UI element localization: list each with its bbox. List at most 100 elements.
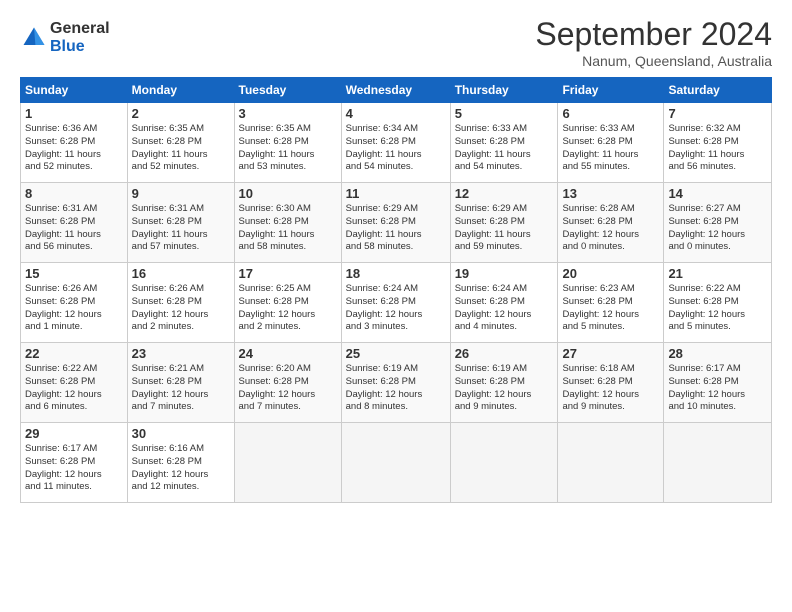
- table-row: [450, 423, 558, 503]
- day-info: Sunrise: 6:26 AM Sunset: 6:28 PM Dayligh…: [132, 283, 230, 334]
- calendar-header-row: Sunday Monday Tuesday Wednesday Thursday…: [21, 78, 772, 103]
- day-info: Sunrise: 6:34 AM Sunset: 6:28 PM Dayligh…: [346, 123, 446, 174]
- day-info: Sunrise: 6:20 AM Sunset: 6:28 PM Dayligh…: [239, 363, 337, 414]
- day-number: 27: [562, 346, 659, 361]
- table-row: 25 Sunrise: 6:19 AM Sunset: 6:28 PM Dayli…: [341, 343, 450, 423]
- table-row: 11Sunrise: 6:29 AM Sunset: 6:28 PM Dayli…: [341, 183, 450, 263]
- table-row: 29Sunrise: 6:17 AM Sunset: 6:28 PM Dayli…: [21, 423, 128, 503]
- table-row: 8 Sunrise: 6:31 AM Sunset: 6:28 PM Daylig…: [21, 183, 128, 263]
- day-info: Sunrise: 6:17 AM Sunset: 6:28 PM Dayligh…: [25, 443, 123, 494]
- day-number: 8: [25, 186, 123, 201]
- table-row: 1Sunrise: 6:36 AM Sunset: 6:28 PM Daylig…: [21, 103, 128, 183]
- col-sunday: Sunday: [21, 78, 128, 103]
- table-row: [558, 423, 664, 503]
- table-row: 5 Sunrise: 6:33 AM Sunset: 6:28 PM Daylig…: [450, 103, 558, 183]
- day-info: Sunrise: 6:33 AM Sunset: 6:28 PM Dayligh…: [455, 123, 554, 174]
- table-row: 13 Sunrise: 6:28 AM Sunset: 6:28 PM Dayli…: [558, 183, 664, 263]
- day-number: 18: [346, 266, 446, 281]
- day-number: 7: [668, 106, 767, 121]
- calendar-week-row: 29Sunrise: 6:17 AM Sunset: 6:28 PM Dayli…: [21, 423, 772, 503]
- day-info: Sunrise: 6:25 AM Sunset: 6:28 PM Dayligh…: [239, 283, 337, 334]
- table-row: 14 Sunrise: 6:27 AM Sunset: 6:28 PM Dayli…: [664, 183, 772, 263]
- day-number: 13: [562, 186, 659, 201]
- col-tuesday: Tuesday: [234, 78, 341, 103]
- table-row: 7 Sunrise: 6:32 AM Sunset: 6:28 PM Daylig…: [664, 103, 772, 183]
- day-info: Sunrise: 6:29 AM Sunset: 6:28 PM Dayligh…: [346, 203, 446, 254]
- col-thursday: Thursday: [450, 78, 558, 103]
- day-number: 24: [239, 346, 337, 361]
- day-info: Sunrise: 6:27 AM Sunset: 6:28 PM Dayligh…: [668, 203, 767, 254]
- col-monday: Monday: [127, 78, 234, 103]
- table-row: [234, 423, 341, 503]
- calendar-table: Sunday Monday Tuesday Wednesday Thursday…: [20, 77, 772, 503]
- day-number: 20: [562, 266, 659, 281]
- location-subtitle: Nanum, Queensland, Australia: [535, 53, 772, 69]
- day-number: 10: [239, 186, 337, 201]
- header-area: General Blue September 2024 Nanum, Queen…: [20, 16, 772, 69]
- table-row: 12 Sunrise: 6:29 AM Sunset: 6:28 PM Dayli…: [450, 183, 558, 263]
- col-wednesday: Wednesday: [341, 78, 450, 103]
- table-row: 15 Sunrise: 6:26 AM Sunset: 6:28 PM Dayli…: [21, 263, 128, 343]
- table-row: 21Sunrise: 6:22 AM Sunset: 6:28 PM Dayli…: [664, 263, 772, 343]
- day-number: 23: [132, 346, 230, 361]
- day-info: Sunrise: 6:23 AM Sunset: 6:28 PM Dayligh…: [562, 283, 659, 334]
- month-title: September 2024: [535, 16, 772, 53]
- day-number: 15: [25, 266, 123, 281]
- day-info: Sunrise: 6:24 AM Sunset: 6:28 PM Dayligh…: [455, 283, 554, 334]
- table-row: 26Sunrise: 6:19 AM Sunset: 6:28 PM Dayli…: [450, 343, 558, 423]
- calendar-week-row: 8 Sunrise: 6:31 AM Sunset: 6:28 PM Daylig…: [21, 183, 772, 263]
- calendar-week-row: 22 Sunrise: 6:22 AM Sunset: 6:28 PM Dayli…: [21, 343, 772, 423]
- table-row: 22 Sunrise: 6:22 AM Sunset: 6:28 PM Dayli…: [21, 343, 128, 423]
- table-row: 6 Sunrise: 6:33 AM Sunset: 6:28 PM Daylig…: [558, 103, 664, 183]
- day-info: Sunrise: 6:35 AM Sunset: 6:28 PM Dayligh…: [239, 123, 337, 174]
- table-row: 2Sunrise: 6:35 AM Sunset: 6:28 PM Daylig…: [127, 103, 234, 183]
- day-number: 3: [239, 106, 337, 121]
- table-row: 3 Sunrise: 6:35 AM Sunset: 6:28 PM Daylig…: [234, 103, 341, 183]
- day-info: Sunrise: 6:30 AM Sunset: 6:28 PM Dayligh…: [239, 203, 337, 254]
- title-block: September 2024 Nanum, Queensland, Austra…: [535, 16, 772, 69]
- col-friday: Friday: [558, 78, 664, 103]
- day-info: Sunrise: 6:32 AM Sunset: 6:28 PM Dayligh…: [668, 123, 767, 174]
- day-number: 4: [346, 106, 446, 121]
- calendar-week-row: 1Sunrise: 6:36 AM Sunset: 6:28 PM Daylig…: [21, 103, 772, 183]
- day-number: 17: [239, 266, 337, 281]
- day-info: Sunrise: 6:22 AM Sunset: 6:28 PM Dayligh…: [25, 363, 123, 414]
- day-info: Sunrise: 6:28 AM Sunset: 6:28 PM Dayligh…: [562, 203, 659, 254]
- table-row: [664, 423, 772, 503]
- day-info: Sunrise: 6:31 AM Sunset: 6:28 PM Dayligh…: [132, 203, 230, 254]
- day-info: Sunrise: 6:16 AM Sunset: 6:28 PM Dayligh…: [132, 443, 230, 494]
- table-row: 30 Sunrise: 6:16 AM Sunset: 6:28 PM Dayli…: [127, 423, 234, 503]
- day-number: 5: [455, 106, 554, 121]
- table-row: 28 Sunrise: 6:17 AM Sunset: 6:28 PM Dayli…: [664, 343, 772, 423]
- day-info: Sunrise: 6:21 AM Sunset: 6:28 PM Dayligh…: [132, 363, 230, 414]
- day-number: 19: [455, 266, 554, 281]
- day-info: Sunrise: 6:35 AM Sunset: 6:28 PM Dayligh…: [132, 123, 230, 174]
- col-saturday: Saturday: [664, 78, 772, 103]
- day-info: Sunrise: 6:19 AM Sunset: 6:28 PM Dayligh…: [346, 363, 446, 414]
- day-info: Sunrise: 6:31 AM Sunset: 6:28 PM Dayligh…: [25, 203, 123, 254]
- day-number: 25: [346, 346, 446, 361]
- table-row: 19 Sunrise: 6:24 AM Sunset: 6:28 PM Dayli…: [450, 263, 558, 343]
- day-number: 30: [132, 426, 230, 441]
- day-number: 1: [25, 106, 123, 121]
- day-number: 9: [132, 186, 230, 201]
- day-number: 12: [455, 186, 554, 201]
- table-row: 27Sunrise: 6:18 AM Sunset: 6:28 PM Dayli…: [558, 343, 664, 423]
- day-number: 6: [562, 106, 659, 121]
- page: General Blue September 2024 Nanum, Queen…: [0, 0, 792, 612]
- day-info: Sunrise: 6:24 AM Sunset: 6:28 PM Dayligh…: [346, 283, 446, 334]
- day-info: Sunrise: 6:19 AM Sunset: 6:28 PM Dayligh…: [455, 363, 554, 414]
- day-info: Sunrise: 6:26 AM Sunset: 6:28 PM Dayligh…: [25, 283, 123, 334]
- day-info: Sunrise: 6:33 AM Sunset: 6:28 PM Dayligh…: [562, 123, 659, 174]
- day-number: 14: [668, 186, 767, 201]
- table-row: 20 Sunrise: 6:23 AM Sunset: 6:28 PM Dayli…: [558, 263, 664, 343]
- table-row: 4 Sunrise: 6:34 AM Sunset: 6:28 PM Daylig…: [341, 103, 450, 183]
- day-number: 28: [668, 346, 767, 361]
- day-number: 22: [25, 346, 123, 361]
- table-row: 23 Sunrise: 6:21 AM Sunset: 6:28 PM Dayli…: [127, 343, 234, 423]
- day-info: Sunrise: 6:17 AM Sunset: 6:28 PM Dayligh…: [668, 363, 767, 414]
- day-info: Sunrise: 6:29 AM Sunset: 6:28 PM Dayligh…: [455, 203, 554, 254]
- day-number: 21: [668, 266, 767, 281]
- table-row: 10 Sunrise: 6:30 AM Sunset: 6:28 PM Dayli…: [234, 183, 341, 263]
- logo-icon: [20, 24, 48, 52]
